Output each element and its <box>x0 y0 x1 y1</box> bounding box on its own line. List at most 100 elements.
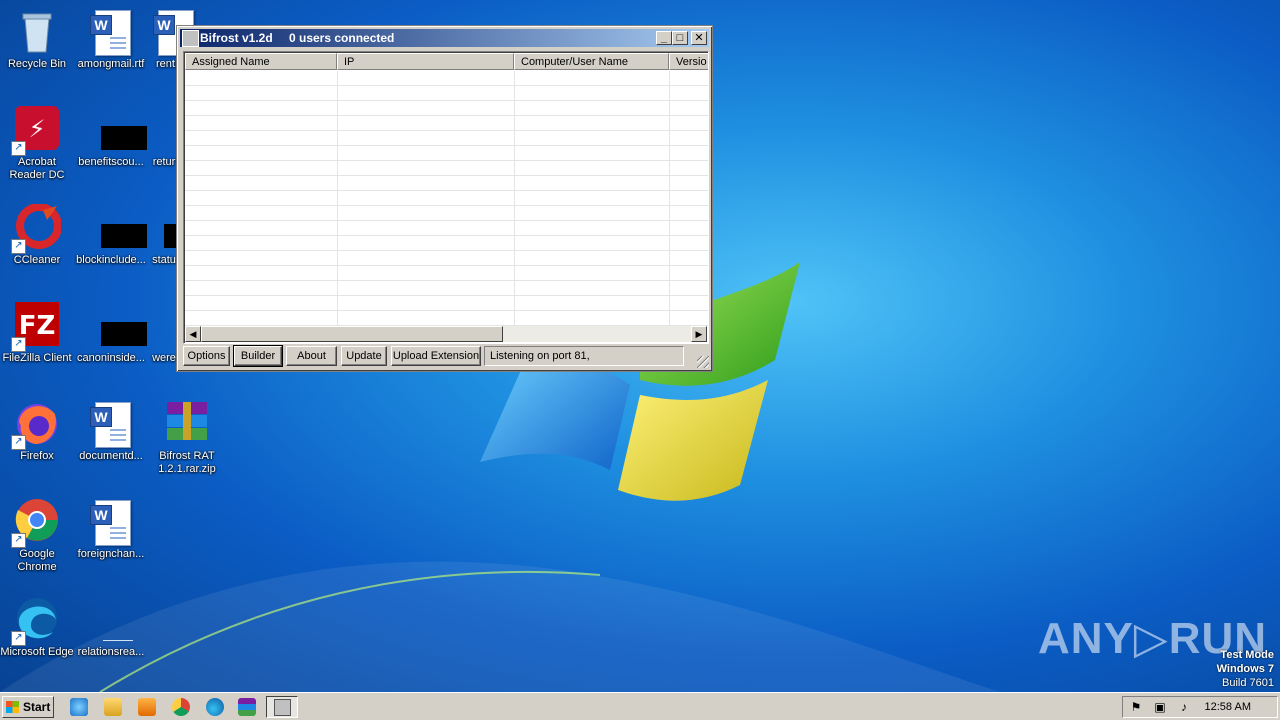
file-explorer-icon[interactable] <box>104 698 122 716</box>
edge-icon: ↗ <box>11 596 61 646</box>
column-header-ip[interactable]: IP <box>337 53 514 70</box>
word-document-icon: W <box>87 8 135 56</box>
recycle-bin-icon <box>13 8 61 56</box>
connected-users-count: 0 users connected <box>289 31 395 45</box>
desktop-icon-label: were <box>152 352 176 364</box>
scroll-right-icon[interactable]: ▶ <box>691 326 707 342</box>
winrar-archive-icon <box>163 400 211 448</box>
internet-explorer-icon[interactable] <box>70 698 88 716</box>
action-center-flag-icon[interactable]: ⚑ <box>1129 700 1143 714</box>
taskbar: Start ⚑ ▣ ♪ 12:58 AM <box>0 692 1280 720</box>
column-divider <box>337 71 338 327</box>
network-icon[interactable]: ▣ <box>1153 700 1167 714</box>
redacted-file-icon <box>150 204 178 252</box>
redacted-file-icon <box>87 302 147 350</box>
bifrost-app-icon <box>274 699 291 716</box>
column-divider <box>514 71 515 327</box>
desktop-icon-label: Google Chrome <box>17 548 57 573</box>
redacted-file-icon <box>150 302 178 350</box>
shortcut-arrow-icon: ↗ <box>11 141 26 156</box>
redacted-file-icon <box>87 106 147 154</box>
app-icon <box>182 30 199 47</box>
desktop-icon-statu[interactable]: statu <box>150 204 178 267</box>
desktop-icon-benefitscou[interactable]: benefitscou... <box>74 106 148 169</box>
bifrost-taskbar-button[interactable] <box>266 696 298 718</box>
window-title: Bifrost v1.2d <box>200 31 273 45</box>
scroll-left-icon[interactable]: ◀ <box>185 326 201 342</box>
builder-button[interactable]: Builder <box>233 345 283 367</box>
column-header-computer-user-name[interactable]: Computer/User Name <box>514 53 669 70</box>
column-header-assigned-name[interactable]: Assigned Name <box>185 53 337 70</box>
options-button[interactable]: Options <box>183 346 230 366</box>
desktop-icon-edge[interactable]: ↗ Microsoft Edge <box>0 596 74 659</box>
test-mode-notice: Test Mode Windows 7 Build 7601 <box>1217 648 1274 690</box>
desktop-icon-label: documentd... <box>79 450 143 462</box>
desktop-icon-label: Bifrost RAT 1.2.1.rar.zip <box>158 450 216 475</box>
blank-file-icon <box>87 596 135 644</box>
update-button[interactable]: Update <box>341 346 387 366</box>
bifrost-window: Bifrost v1.2d 0 users connected _ □ ✕ As… <box>176 25 713 372</box>
list-rows <box>185 71 708 327</box>
desktop-icon-label: FileZilla Client <box>2 352 72 364</box>
windows-version-line: Windows 7 <box>1216 663 1274 675</box>
desktop-icon-filezilla[interactable]: FZ ↗ FileZilla Client <box>0 302 74 365</box>
edge-taskbar-icon[interactable] <box>206 698 224 716</box>
desktop-icon-ccleaner[interactable]: ↗ CCleaner <box>0 203 74 267</box>
desktop-icon-label: foreignchan... <box>77 548 145 560</box>
shortcut-arrow-icon: ↗ <box>11 631 26 646</box>
desktop-icon-foreignchan[interactable]: W foreignchan... <box>74 498 148 561</box>
desktop-icon-label: Recycle Bin <box>7 58 67 70</box>
about-button[interactable]: About <box>286 346 337 366</box>
start-button[interactable]: Start <box>2 696 54 718</box>
column-header-version[interactable]: Versio <box>669 53 708 70</box>
maximize-button[interactable]: □ <box>672 31 688 45</box>
desktop-icon-label: CCleaner <box>13 254 61 266</box>
svg-text:⚡: ⚡ <box>29 115 46 143</box>
desktop-icon-canoninside[interactable]: canoninside... <box>74 302 148 365</box>
desktop-icon-label: Acrobat Reader DC <box>9 156 65 181</box>
desktop-icon-label: Firefox <box>20 450 54 462</box>
scrollbar-thumb[interactable] <box>201 326 503 342</box>
word-document-icon: W <box>87 400 135 448</box>
upload-extension-button[interactable]: Upload Extension <box>391 346 481 366</box>
close-button[interactable]: ✕ <box>691 31 707 45</box>
desktop-icon-acrobat[interactable]: ⚡ ↗ Acrobat Reader DC <box>0 106 74 182</box>
desktop-icon-label: Microsoft Edge <box>0 646 74 658</box>
volume-icon[interactable]: ♪ <box>1177 700 1191 714</box>
shortcut-arrow-icon: ↗ <box>11 533 26 548</box>
start-label: Start <box>23 700 51 714</box>
desktop-icon-amongmail[interactable]: W amongmail.rtf <box>74 8 148 71</box>
filezilla-icon: FZ ↗ <box>11 302 61 352</box>
desktop-icon-label: canoninside... <box>77 352 145 364</box>
redacted-file-icon <box>150 106 178 154</box>
desktop-icon-recycle-bin[interactable]: Recycle Bin <box>0 8 74 71</box>
media-player-icon[interactable] <box>138 698 156 716</box>
desktop-icon-documentd[interactable]: W documentd... <box>74 400 148 463</box>
shortcut-arrow-icon: ↗ <box>11 435 26 450</box>
desktop-icon-relationsrea[interactable]: relationsrea... <box>74 596 148 659</box>
desktop-icon-firefox[interactable]: ↗ Firefox <box>0 400 74 463</box>
winrar-taskbar-icon[interactable] <box>238 698 256 716</box>
chrome-taskbar-icon[interactable] <box>172 698 190 716</box>
acrobat-reader-icon: ⚡ ↗ <box>11 106 61 156</box>
connections-listview[interactable]: Assigned Name IP Computer/User Name Vers… <box>183 51 709 344</box>
desktop-icon-blockinclude[interactable]: blockinclude... <box>74 204 148 267</box>
build-line: Build 7601 <box>1222 677 1274 689</box>
clock[interactable]: 12:58 AM <box>1205 697 1251 717</box>
desktop-icon-label: retur <box>152 156 176 168</box>
desktop-icon-bifrost-rar[interactable]: Bifrost RAT 1.2.1.rar.zip <box>150 400 224 476</box>
desktop-icon-label: relationsrea... <box>77 646 145 658</box>
window-titlebar[interactable]: Bifrost v1.2d 0 users connected _ □ ✕ <box>180 29 709 47</box>
desktop-icon-chrome[interactable]: ↗ Google Chrome <box>0 498 74 574</box>
windows-logo-icon <box>6 701 19 713</box>
desktop-icon-retur[interactable]: retur <box>150 106 178 169</box>
firefox-icon: ↗ <box>11 400 61 450</box>
horizontal-scrollbar[interactable]: ◀ ▶ <box>185 326 707 342</box>
desktop-icon-label: benefitscou... <box>78 156 144 168</box>
minimize-button[interactable]: _ <box>656 31 672 45</box>
resize-grip-icon[interactable] <box>697 356 709 368</box>
desktop-icon-were[interactable]: were <box>150 302 178 365</box>
status-bar: Listening on port 81, <box>484 346 684 366</box>
desktop-icon-label: amongmail.rtf <box>77 58 145 70</box>
word-document-icon: W <box>87 498 135 546</box>
